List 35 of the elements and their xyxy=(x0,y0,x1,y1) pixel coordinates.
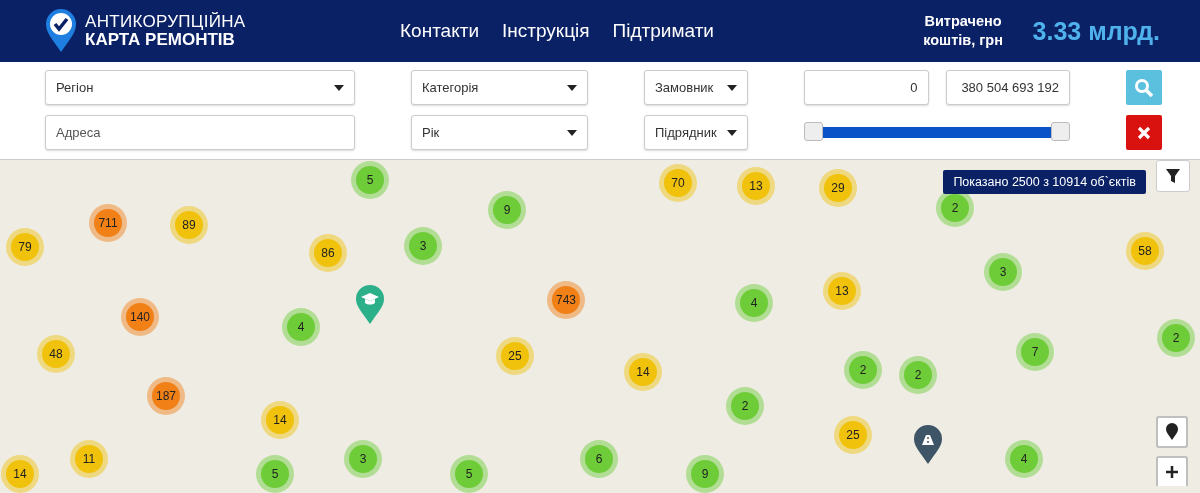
nav-link[interactable]: Підтримати xyxy=(612,20,714,42)
graduation-cap-pin-icon[interactable] xyxy=(355,285,385,325)
clear-button[interactable] xyxy=(1126,115,1162,150)
slider-handle[interactable] xyxy=(1051,122,1070,141)
dropdown[interactable]: Замовник xyxy=(644,70,748,105)
logo-subtitle: КАРТА РЕМОНТІВ xyxy=(85,31,236,49)
map-pin-icon xyxy=(1166,423,1178,441)
caret-icon xyxy=(567,84,577,91)
min-amount-field[interactable]: 0 xyxy=(804,70,929,105)
plus-icon xyxy=(1165,465,1179,479)
location-button[interactable] xyxy=(1156,416,1188,448)
dropdown[interactable]: Підрядник xyxy=(644,115,748,150)
slider-handle[interactable] xyxy=(804,122,823,141)
logo-title: АНТИКОРУПЦІЙНА xyxy=(85,13,246,31)
dropdown[interactable]: Регіон xyxy=(45,70,355,105)
close-icon xyxy=(1137,125,1151,140)
road-pin-icon[interactable] xyxy=(913,425,943,465)
max-amount-field[interactable]: 380 504 693 192 xyxy=(945,70,1070,105)
nav-link[interactable]: Інструкція xyxy=(502,20,590,42)
zoom-in-button[interactable] xyxy=(1156,456,1188,486)
filter-icon xyxy=(1165,168,1181,184)
filter-button[interactable] xyxy=(1156,160,1190,192)
caret-icon xyxy=(727,84,737,91)
spent-amount: 3.33 млрд. xyxy=(1032,16,1160,46)
caret-icon xyxy=(727,129,737,136)
spent-label: Витрачено коштів, грн xyxy=(922,12,1004,50)
address-field[interactable]: Адреса xyxy=(45,115,355,150)
caret-icon xyxy=(334,84,344,91)
caret-icon xyxy=(567,129,577,136)
objects-shown-label: Показано 2500 з 10914 об`єктів xyxy=(943,170,1146,194)
dropdown[interactable]: Категорія xyxy=(411,70,588,105)
checkmark-pin-logo-icon xyxy=(45,9,77,53)
nav-link[interactable]: Контакти xyxy=(400,20,480,42)
search-icon xyxy=(1134,77,1154,98)
dropdown[interactable]: Рік xyxy=(411,115,588,150)
